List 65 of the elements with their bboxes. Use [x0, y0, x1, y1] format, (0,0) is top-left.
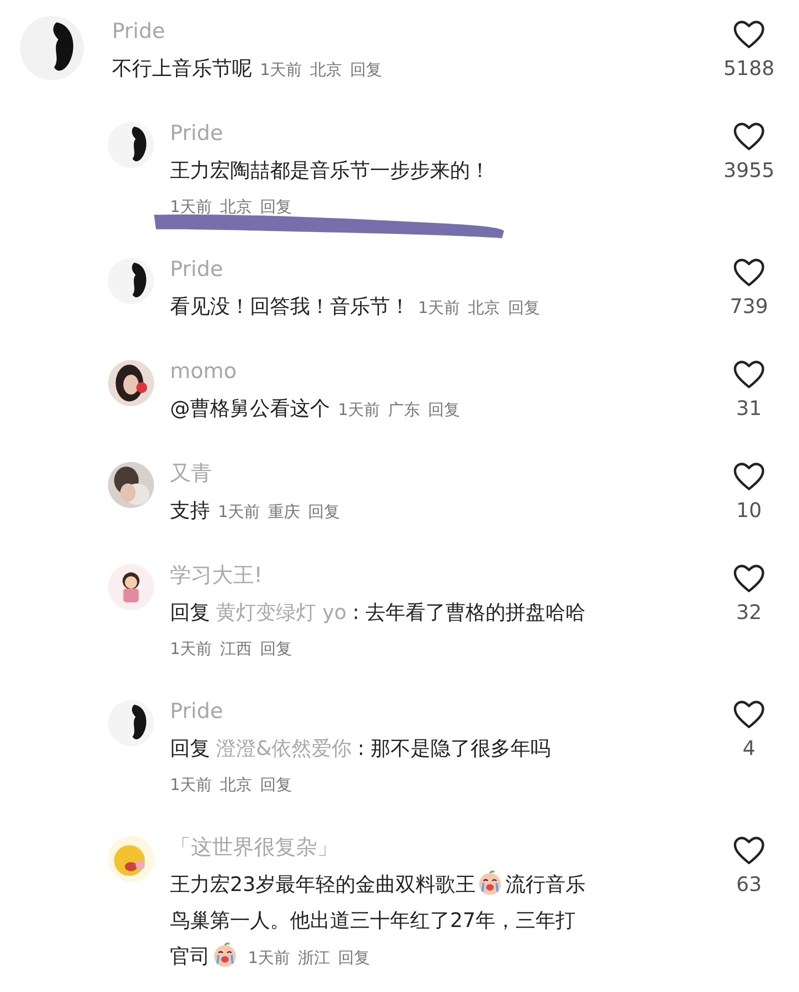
like-count: 739 — [730, 294, 768, 318]
comment-text: @曹格舅公看这个 — [170, 396, 330, 420]
reply-link[interactable]: 回复 — [260, 775, 292, 794]
username[interactable]: Pride — [170, 696, 224, 726]
reply-link[interactable]: 回复 — [260, 197, 292, 216]
reply-label: 回复 — [170, 736, 210, 760]
crying-face-icon — [477, 870, 504, 896]
mentioned-username[interactable]: 澄澄&依然爱你 — [216, 736, 352, 760]
username[interactable]: Pride — [170, 254, 224, 284]
like-count: 31 — [736, 396, 762, 420]
comment-location: 北京 — [310, 60, 342, 79]
crying-face-icon — [212, 942, 238, 968]
comment-text: 流行音乐 — [505, 872, 586, 896]
heart-icon[interactable] — [733, 360, 765, 390]
heart-icon[interactable] — [733, 836, 765, 866]
reply-label: 回复 — [170, 600, 210, 624]
comment-time: 1天前 — [218, 502, 260, 521]
like-count: 63 — [736, 872, 762, 896]
comment-time: 1天前 — [170, 197, 212, 216]
heart-icon[interactable] — [733, 258, 765, 288]
like-count: 4 — [742, 736, 756, 760]
comment-location: 北京 — [220, 775, 252, 794]
heart-icon[interactable] — [733, 20, 765, 50]
reply-link[interactable]: 回复 — [308, 502, 340, 521]
comment-time: 1天前 — [260, 60, 302, 79]
like-count: 10 — [736, 498, 762, 522]
comment-location: 浙江 — [298, 948, 330, 967]
comment-text: 鸟巢第一人。他出道三十年红了27年，三年打 — [170, 908, 576, 932]
comment-text: : 去年看了曹格的拼盘哈哈 — [352, 600, 586, 624]
comment-text: : 那不是隐了很多年吗 — [358, 736, 551, 760]
comment-location: 北京 — [220, 197, 252, 216]
heart-icon[interactable] — [733, 700, 765, 730]
comment-text: 不行上音乐节呢 — [112, 56, 252, 80]
comment-time: 1天前 — [170, 639, 212, 658]
mentioned-username[interactable]: 黄灯变绿灯 yo — [216, 600, 346, 624]
username[interactable]: 「这世界很复杂」 — [170, 832, 338, 862]
comment-time: 1天前 — [248, 948, 290, 967]
comment-text: 支持 — [170, 498, 210, 522]
comment-text: 看见没！回答我！音乐节！ — [170, 294, 410, 318]
comment-text: 王力宏陶喆都是音乐节一步步来的！ — [170, 158, 490, 182]
comment-time: 1天前 — [170, 775, 212, 794]
comment-text: 官司 — [170, 944, 210, 968]
like-count: 5188 — [724, 56, 774, 80]
comment-location: 重庆 — [268, 502, 300, 521]
comment-time: 1天前 — [338, 400, 380, 419]
username[interactable]: 学习大王! — [170, 560, 262, 590]
comment-text: 王力宏23岁最年轻的金曲双料歌王 — [170, 872, 476, 896]
like-count: 3955 — [724, 158, 774, 182]
username[interactable]: momo — [170, 356, 237, 386]
username[interactable]: Pride — [112, 16, 166, 46]
heart-icon[interactable] — [733, 122, 765, 152]
reply-link[interactable]: 回复 — [428, 400, 460, 419]
comment-location: 江西 — [220, 639, 252, 658]
username[interactable]: 又青 — [170, 458, 212, 488]
comment-location: 广东 — [388, 400, 420, 419]
heart-icon[interactable] — [733, 564, 765, 594]
reply-link[interactable]: 回复 — [350, 60, 382, 79]
like-count: 32 — [736, 600, 762, 624]
reply-link[interactable]: 回复 — [508, 298, 540, 317]
comment-location: 北京 — [468, 298, 500, 317]
reply-link[interactable]: 回复 — [338, 948, 370, 967]
comment-time: 1天前 — [418, 298, 460, 317]
reply-link[interactable]: 回复 — [260, 639, 292, 658]
username[interactable]: Pride — [170, 118, 224, 148]
heart-icon[interactable] — [733, 462, 765, 492]
